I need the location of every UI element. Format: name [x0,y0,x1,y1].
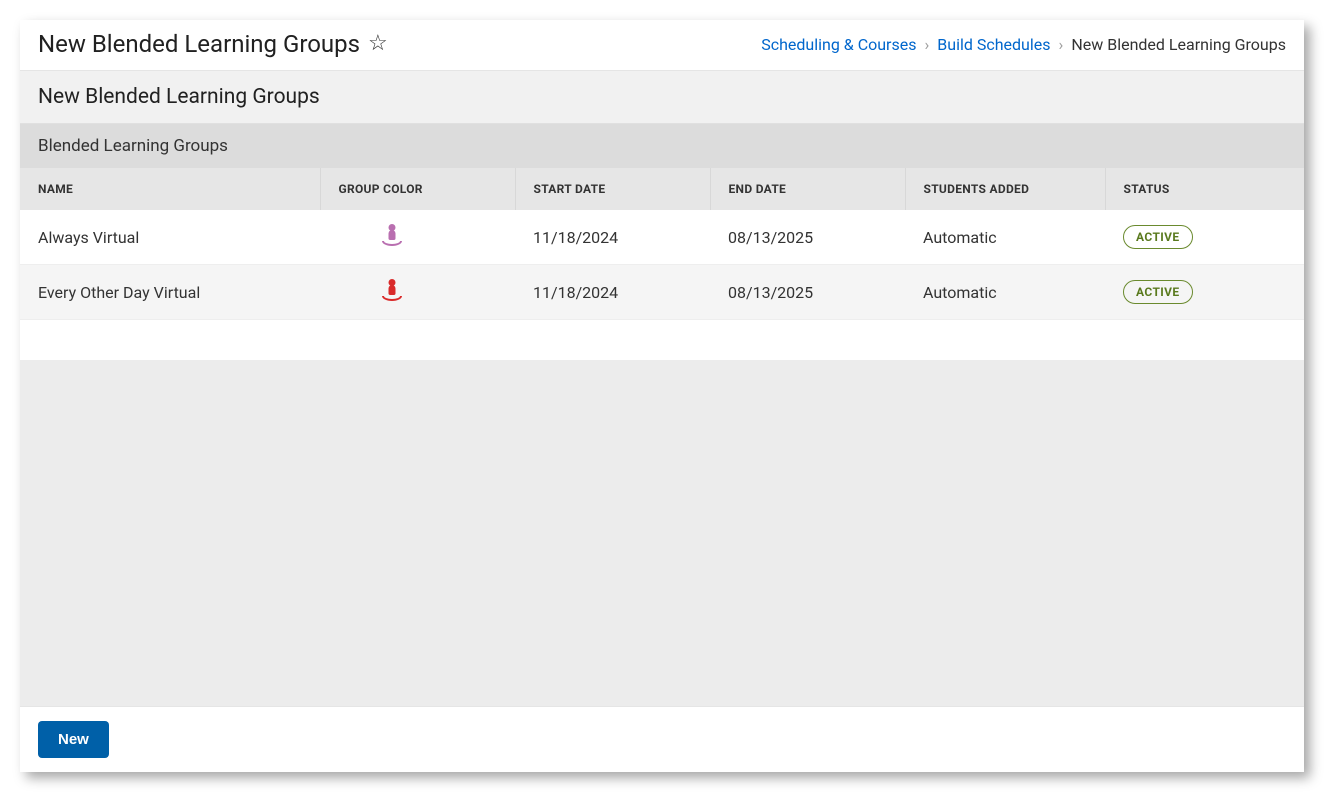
cell-group-color [320,210,515,265]
new-button[interactable]: New [38,721,109,758]
footer-bar: New [20,706,1304,772]
breadcrumb-link-build-schedules[interactable]: Build Schedules [937,35,1050,54]
person-pin-icon [382,279,402,301]
subheader-title: New Blended Learning Groups [20,71,1304,124]
cell-name: Always Virtual [20,210,320,265]
page-header: New Blended Learning Groups ☆ Scheduling… [20,20,1304,71]
header-left: New Blended Learning Groups ☆ [38,30,388,58]
col-header-status[interactable]: STATUS [1105,168,1304,210]
breadcrumb-current: New Blended Learning Groups [1071,35,1286,54]
col-header-name[interactable]: NAME [20,168,320,210]
list-area: NAME GROUP COLOR START DATE END DATE STU… [20,168,1304,360]
col-header-students-added[interactable]: STUDENTS ADDED [905,168,1105,210]
cell-end-date: 08/13/2025 [710,210,905,265]
col-header-group-color[interactable]: GROUP COLOR [320,168,515,210]
chevron-right-icon: › [924,35,929,54]
table-row[interactable]: Always Virtual 11/18/202408/13/2025Automa… [20,210,1304,265]
table-row[interactable]: Every Other Day Virtual 11/18/202408/13/2… [20,265,1304,320]
cell-students-added: Automatic [905,265,1105,320]
col-header-end-date[interactable]: END DATE [710,168,905,210]
page-container: New Blended Learning Groups ☆ Scheduling… [20,20,1304,772]
status-badge: ACTIVE [1123,280,1193,304]
cell-status: ACTIVE [1105,210,1304,265]
cell-status: ACTIVE [1105,265,1304,320]
cell-start-date: 11/18/2024 [515,210,710,265]
col-header-start-date[interactable]: START DATE [515,168,710,210]
cell-name: Every Other Day Virtual [20,265,320,320]
cell-start-date: 11/18/2024 [515,265,710,320]
status-badge: ACTIVE [1123,225,1193,249]
breadcrumb-link-scheduling[interactable]: Scheduling & Courses [761,35,916,54]
chevron-right-icon: › [1059,35,1064,54]
page-title: New Blended Learning Groups [38,30,360,58]
groups-table: NAME GROUP COLOR START DATE END DATE STU… [20,168,1304,320]
cell-students-added: Automatic [905,210,1105,265]
section-title: Blended Learning Groups [20,124,1304,168]
cell-group-color [320,265,515,320]
person-pin-icon [382,224,402,246]
breadcrumb: Scheduling & Courses › Build Schedules ›… [761,35,1286,54]
table-header-row: NAME GROUP COLOR START DATE END DATE STU… [20,168,1304,210]
cell-end-date: 08/13/2025 [710,265,905,320]
favorite-star-icon[interactable]: ☆ [368,33,388,55]
empty-content-area [20,360,1304,706]
